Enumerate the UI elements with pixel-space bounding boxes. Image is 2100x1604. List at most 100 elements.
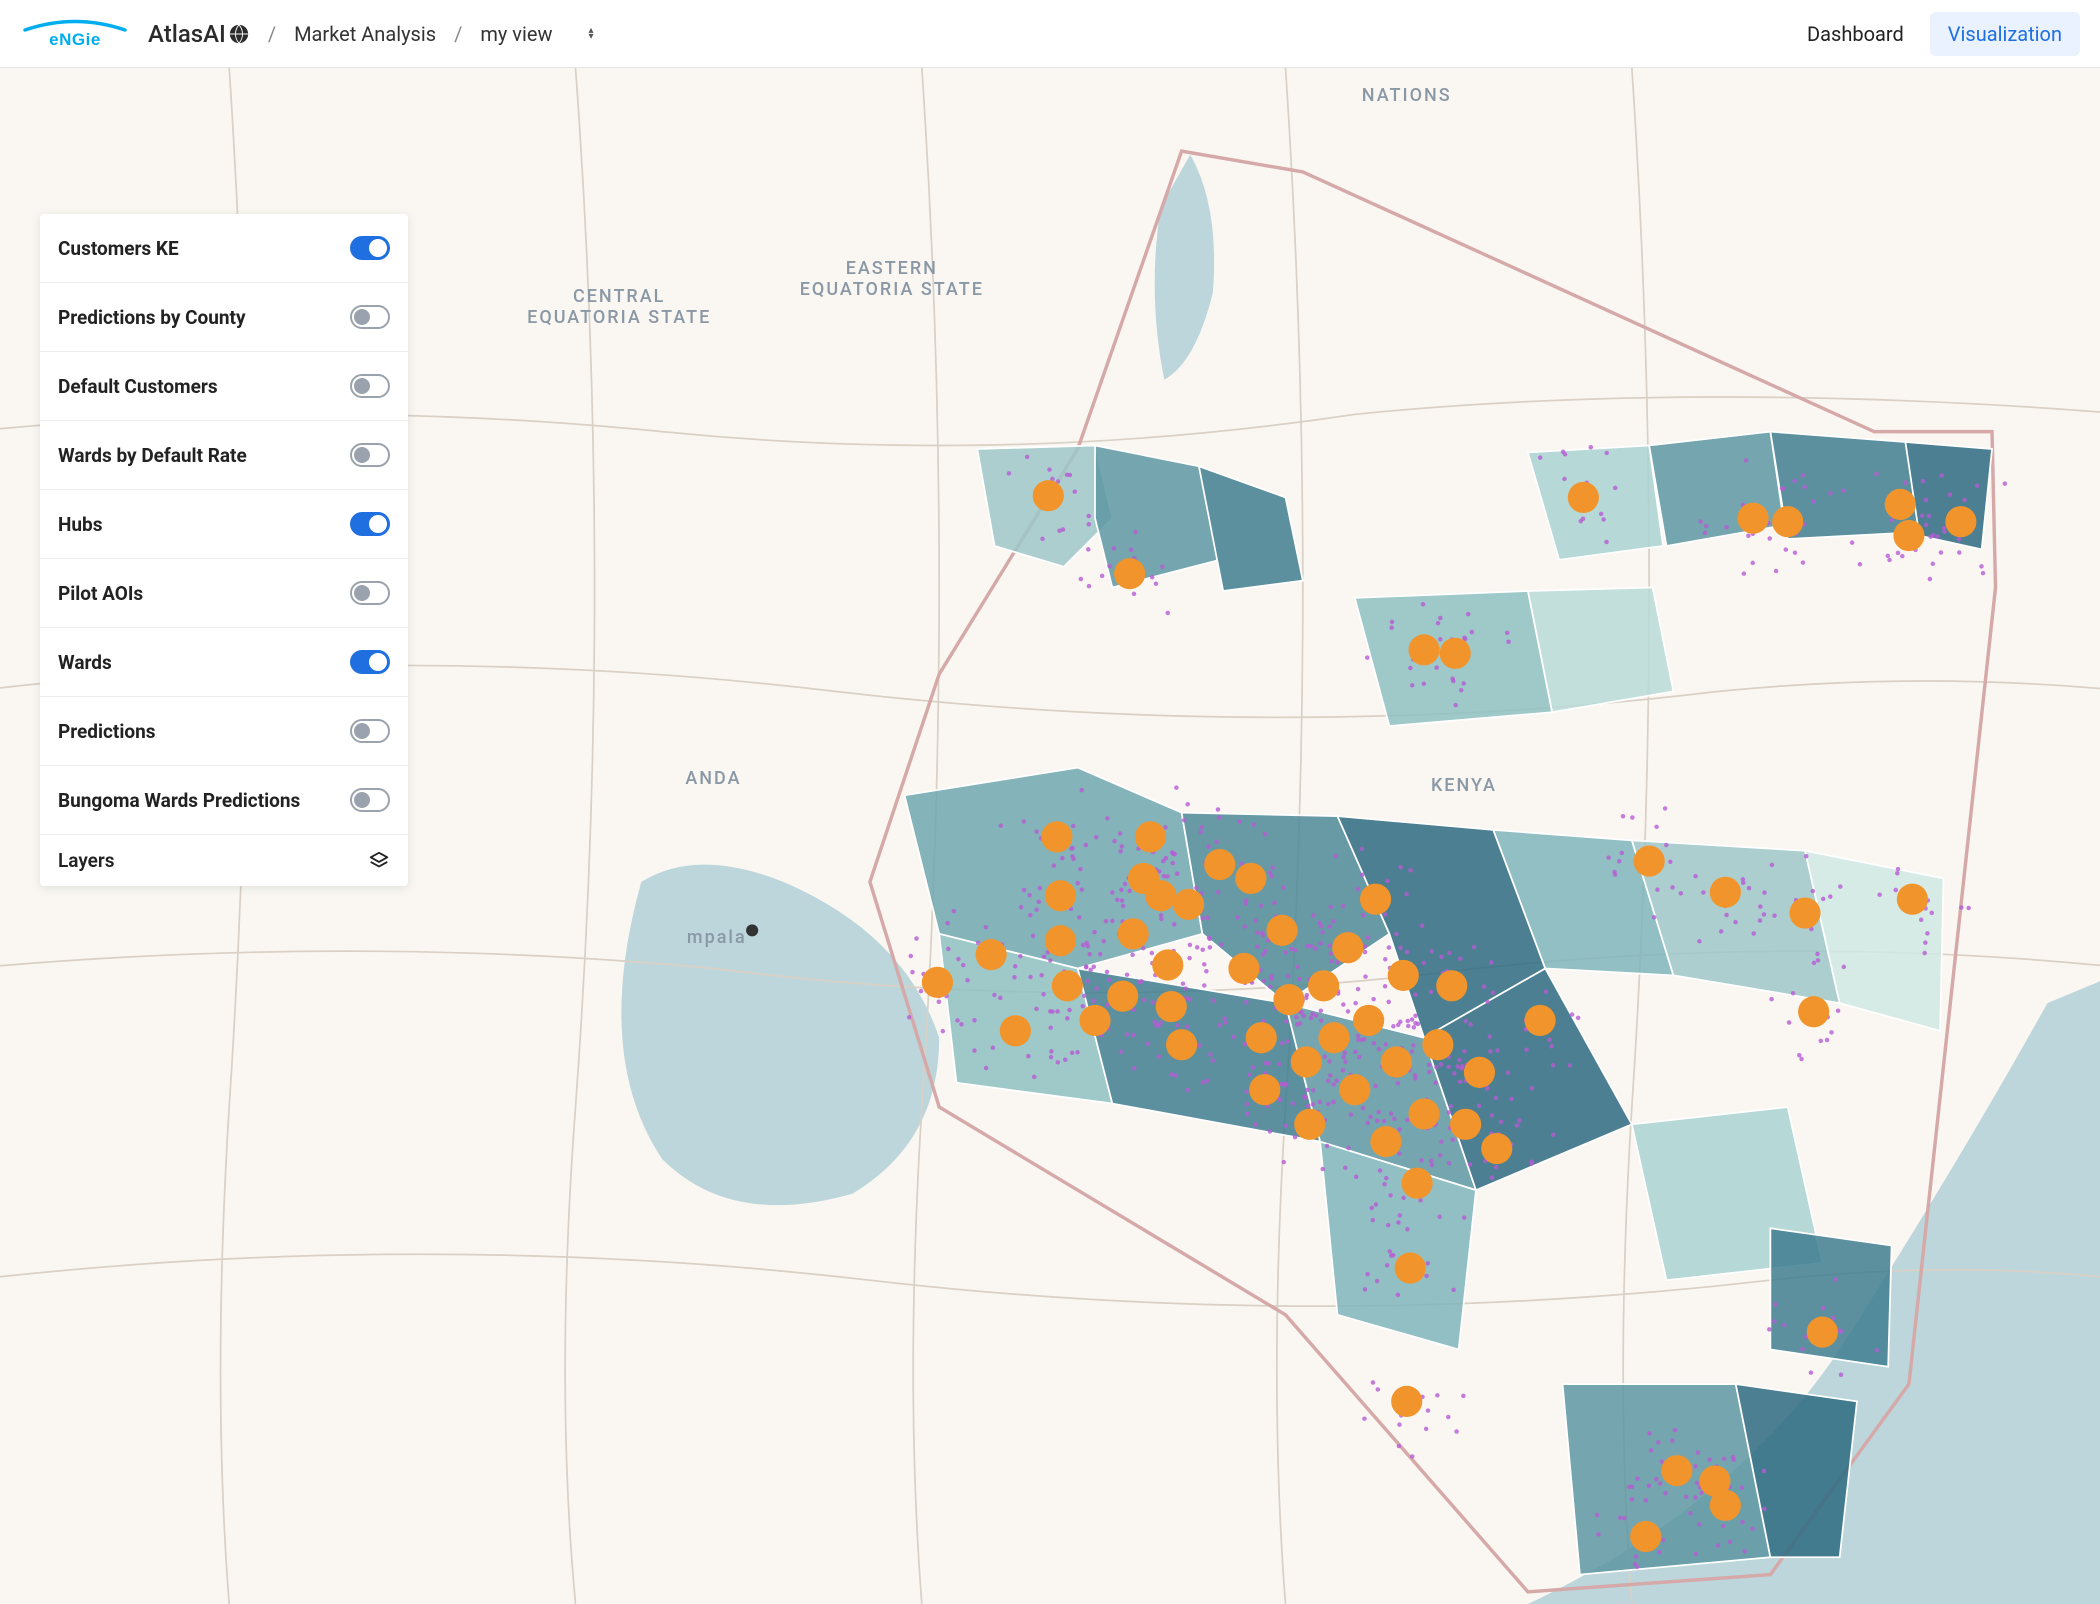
hub-dot[interactable] [1408,1098,1439,1129]
hub-dot[interactable] [1052,970,1083,1001]
hub-dot[interactable] [1893,520,1924,551]
hub-dot[interactable] [1152,949,1183,980]
layer-row: Wards by Default Rate [40,421,408,490]
hub-dot[interactable] [922,967,953,998]
hub-dot[interactable] [1246,1022,1277,1053]
hub-dot[interactable] [1807,1317,1838,1348]
hub-dot[interactable] [1772,506,1803,537]
hub-dot[interactable] [1079,1005,1110,1036]
hub-dot[interactable] [1436,970,1467,1001]
hub-dot[interactable] [1145,880,1176,911]
globe-icon [228,23,250,45]
hub-dot[interactable] [1408,634,1439,665]
hub-dot[interactable] [1945,506,1976,537]
view-select[interactable]: my view ▴▾ [480,22,593,46]
hub-dot[interactable] [1568,482,1599,513]
layer-row: Predictions by County [40,283,408,352]
hub-dot[interactable] [1710,1490,1741,1521]
hub-dot[interactable] [1634,846,1665,877]
hub-dot[interactable] [1339,1074,1370,1105]
layer-label: Wards [58,651,112,674]
layer-row: Customers KE [40,214,408,283]
layer-toggle[interactable] [350,788,390,812]
layer-toggle[interactable] [350,305,390,329]
hub-dot[interactable] [976,939,1007,970]
layer-row: Pilot AOIs [40,559,408,628]
hub-dot[interactable] [1249,1074,1280,1105]
hub-dot[interactable] [1173,889,1204,920]
layer-label: Customers KE [58,237,179,260]
hub-dot[interactable] [1897,884,1928,915]
hub-dot[interactable] [1661,1455,1692,1486]
hub-dot[interactable] [1266,915,1297,946]
hub-dot[interactable] [1166,1029,1197,1060]
hub-dot[interactable] [1156,991,1187,1022]
hub-dot[interactable] [1273,984,1304,1015]
hub-dot[interactable] [1360,884,1391,915]
hub-dot[interactable] [1235,863,1266,894]
brand-text: AtlasAI [148,20,226,48]
hub-dot[interactable] [1294,1109,1325,1140]
chevron-up-down-icon: ▴▾ [589,28,594,40]
hub-dot[interactable] [1524,1005,1555,1036]
hub-dot[interactable] [1789,897,1820,928]
layers-footer[interactable]: Layers [40,834,408,886]
hub-dot[interactable] [1798,996,1829,1027]
hub-dot[interactable] [1450,1109,1481,1140]
nav-tabs: Dashboard Visualization [1789,12,2080,56]
hub-dot[interactable] [1381,1046,1412,1077]
hub-dot[interactable] [1041,821,1072,852]
layers-icon [368,850,390,872]
hub-dot[interactable] [1204,849,1235,880]
layer-toggle[interactable] [350,374,390,398]
layer-toggle[interactable] [350,512,390,536]
hub-dot[interactable] [1332,932,1363,963]
layer-toggle[interactable] [350,581,390,605]
hub-dot[interactable] [1045,880,1076,911]
brand-name: AtlasAI [148,20,250,48]
hub-dot[interactable] [1291,1046,1322,1077]
layer-label: Predictions [58,720,156,743]
hub-dot[interactable] [1228,953,1259,984]
hub-dot[interactable] [1318,1022,1349,1053]
breadcrumb-section[interactable]: Market Analysis [294,22,436,46]
hub-dot[interactable] [1481,1133,1512,1164]
hub-dot[interactable] [1885,489,1916,520]
layer-label: Bungoma Wards Predictions [58,789,300,812]
hub-dot[interactable] [1045,925,1076,956]
layers-footer-label: Layers [58,849,114,872]
hub-dot[interactable] [1464,1057,1495,1088]
hub-dot[interactable] [1114,558,1145,589]
hub-dot[interactable] [1737,503,1768,534]
hub-dot[interactable] [1370,1126,1401,1157]
hub-dot[interactable] [1118,918,1149,949]
layer-label: Predictions by County [58,306,246,329]
hub-dot[interactable] [1135,821,1166,852]
hub-dot[interactable] [1630,1521,1661,1552]
hub-dot[interactable] [1308,970,1339,1001]
hub-dot[interactable] [1391,1386,1422,1417]
hub-dot[interactable] [1000,1015,1031,1046]
layer-row: Bungoma Wards Predictions [40,766,408,834]
hub-dot[interactable] [1422,1029,1453,1060]
hub-dot[interactable] [1107,981,1138,1012]
hub-dot[interactable] [1033,480,1064,511]
map-area[interactable]: NATIONSEASTERN EQUATORIA STATECENTRAL EQ… [0,68,2100,1604]
layer-row: Predictions [40,697,408,766]
hub-dot[interactable] [1395,1252,1426,1283]
hub-dot[interactable] [1440,638,1471,669]
hub-dot[interactable] [1402,1168,1433,1199]
hub-dot[interactable] [1710,877,1741,908]
layer-toggle[interactable] [350,236,390,260]
layer-toggle[interactable] [350,650,390,674]
engie-logo: eNGie [20,14,130,54]
tab-dashboard[interactable]: Dashboard [1789,12,1922,56]
city-dot-kampala [746,924,758,936]
layer-toggle[interactable] [350,443,390,467]
hub-dot[interactable] [1388,960,1419,991]
hub-dot[interactable] [1353,1005,1384,1036]
tab-visualization[interactable]: Visualization [1930,12,2080,56]
svg-text:eNGie: eNGie [49,30,101,49]
breadcrumb-separator: / [454,22,462,46]
layer-toggle[interactable] [350,719,390,743]
